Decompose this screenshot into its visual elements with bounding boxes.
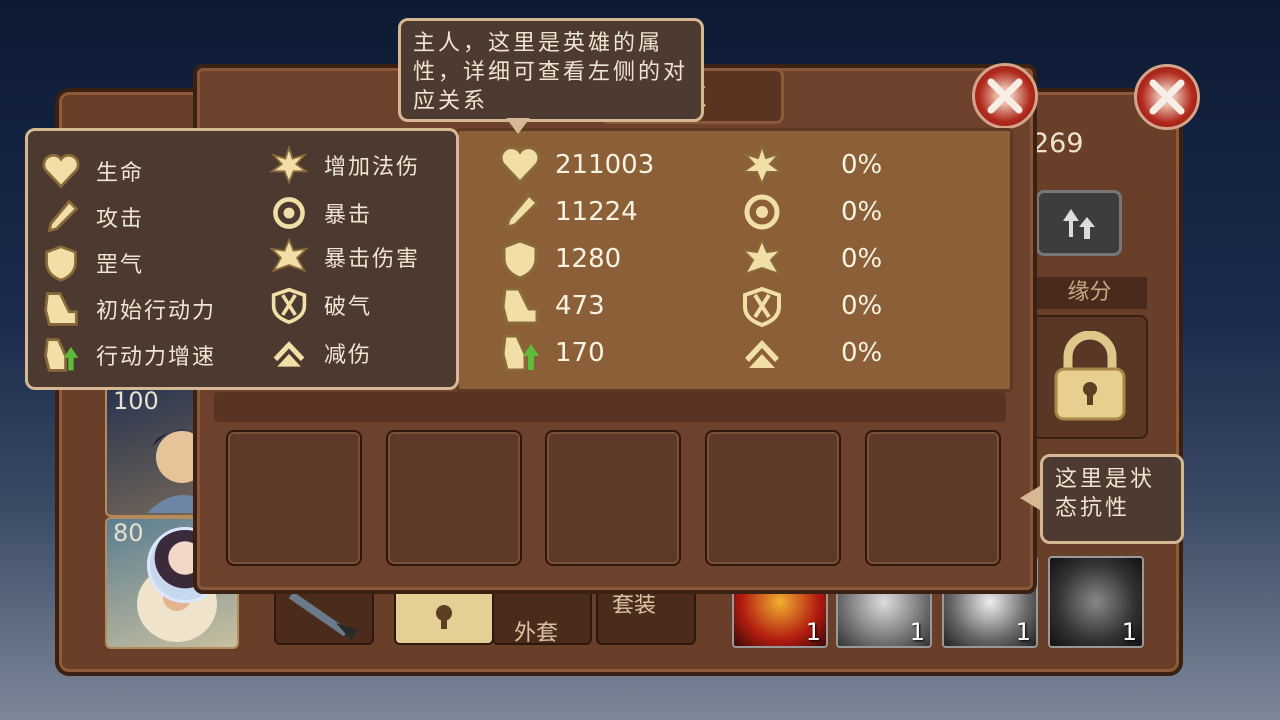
legend-label: 罡气 [96,253,145,278]
defense-value: 1280 [555,244,622,274]
attack-value: 11224 [555,197,638,227]
resistance-slot[interactable] [545,430,681,566]
crit-damage-icon [741,238,783,276]
modal-close-button[interactable] [972,63,1038,129]
skill-slot[interactable]: 1 [1048,556,1144,648]
character-stat-value: 269 [1032,128,1084,159]
resistance-slot[interactable] [705,430,841,566]
armor-break-icon [743,286,781,327]
lock-icon [1054,331,1126,421]
boot-icon [44,292,78,326]
legend-item-speed: 行动力增速 [40,335,216,375]
resistance-tooltip: 这里是状态抗性 [1040,454,1184,544]
skill-count: 1 [909,618,925,646]
close-icon [1149,79,1185,115]
attributes-tooltip: 主人，这里是英雄的属性，详细可查看左侧的对应关系 [398,18,704,122]
legend-label: 暴击伤害 [324,247,421,272]
legend-label: 攻击 [96,207,145,232]
close-button[interactable] [1134,64,1200,130]
legend-item-crit: 暴击 [268,193,372,233]
resistance-header-bar [214,392,1006,422]
sword-icon [504,192,540,230]
armor-break-icon [271,287,307,324]
stat-row: 1280 0% [459,238,1010,285]
hero-level: 80 [113,519,144,547]
crit-damage-value: 0% [841,244,883,274]
skill-count: 1 [1121,618,1137,646]
speed-value: 170 [555,338,605,368]
damage-reduction-icon [745,340,779,368]
upgrade-button[interactable] [1036,190,1122,256]
heart-icon [42,153,80,189]
magic-damage-value: 0% [841,150,883,180]
arrow-up-icon [1063,209,1095,239]
legend-item-crit-damage: 暴击伤害 [268,237,420,277]
tooltip-arrow [506,118,530,134]
boot-speed-icon [501,334,539,372]
legend-item-damage-reduction: 减伤 [268,333,372,373]
stat-row: 11224 0% [459,191,1010,238]
legend-item-hp: 生命 [40,151,144,191]
legend-label: 行动力增速 [96,345,217,370]
close-icon [987,78,1023,114]
legend-label: 生命 [96,161,145,186]
legend-item-magic-damage: 增加法伤 [268,145,420,185]
crit-damage-icon [269,238,309,273]
hero-level: 100 [113,387,159,415]
heart-icon [499,146,541,185]
magic-damage-icon [741,144,783,186]
locked-slot[interactable] [1032,315,1148,439]
fate-tab[interactable]: 缘分 [1032,277,1147,309]
initiative-value: 473 [555,291,605,321]
damage-reduction-value: 0% [841,338,883,368]
legend-label: 暴击 [324,203,373,228]
damage-reduction-icon [273,341,305,367]
resistance-slot[interactable] [386,430,522,566]
hp-value: 211003 [555,150,655,180]
boot-icon [501,287,539,325]
boot-speed-icon [44,338,79,372]
legend-label: 增加法伤 [324,155,421,180]
shield-icon [502,239,538,280]
shield-icon [45,245,77,282]
outerwear-label: 外套 [514,621,559,646]
crit-icon [744,194,780,230]
armor-break-value: 0% [841,291,883,321]
attribute-legend: 生命 攻击 罡气 初始行动力 行动力增速 增加法伤 暴击 暴击伤害 破气 减伤 [25,128,459,390]
crit-icon [273,197,305,229]
legend-item-attack: 攻击 [40,197,144,237]
legend-item-armor-break: 破气 [268,285,372,325]
legend-label: 破气 [324,295,373,320]
resistance-slot[interactable] [865,430,1001,566]
magic-damage-icon [269,146,309,184]
skill-count: 1 [805,618,821,646]
sword-icon [47,199,79,233]
tooltip-arrow [1020,486,1040,510]
legend-label: 减伤 [324,343,373,368]
stat-row: 473 0% [459,285,1010,332]
resistance-slot[interactable] [226,430,362,566]
stats-panel: 211003 0% 11224 0% 1280 0% 473 0% 170 0% [456,128,1013,392]
crit-value: 0% [841,197,883,227]
stat-row: 211003 0% [459,144,1010,191]
legend-item-initiative: 初始行动力 [40,289,216,329]
skill-count: 1 [1015,618,1031,646]
legend-label: 初始行动力 [96,299,217,324]
legend-item-defense: 罡气 [40,243,144,283]
stat-row: 170 0% [459,332,1010,379]
